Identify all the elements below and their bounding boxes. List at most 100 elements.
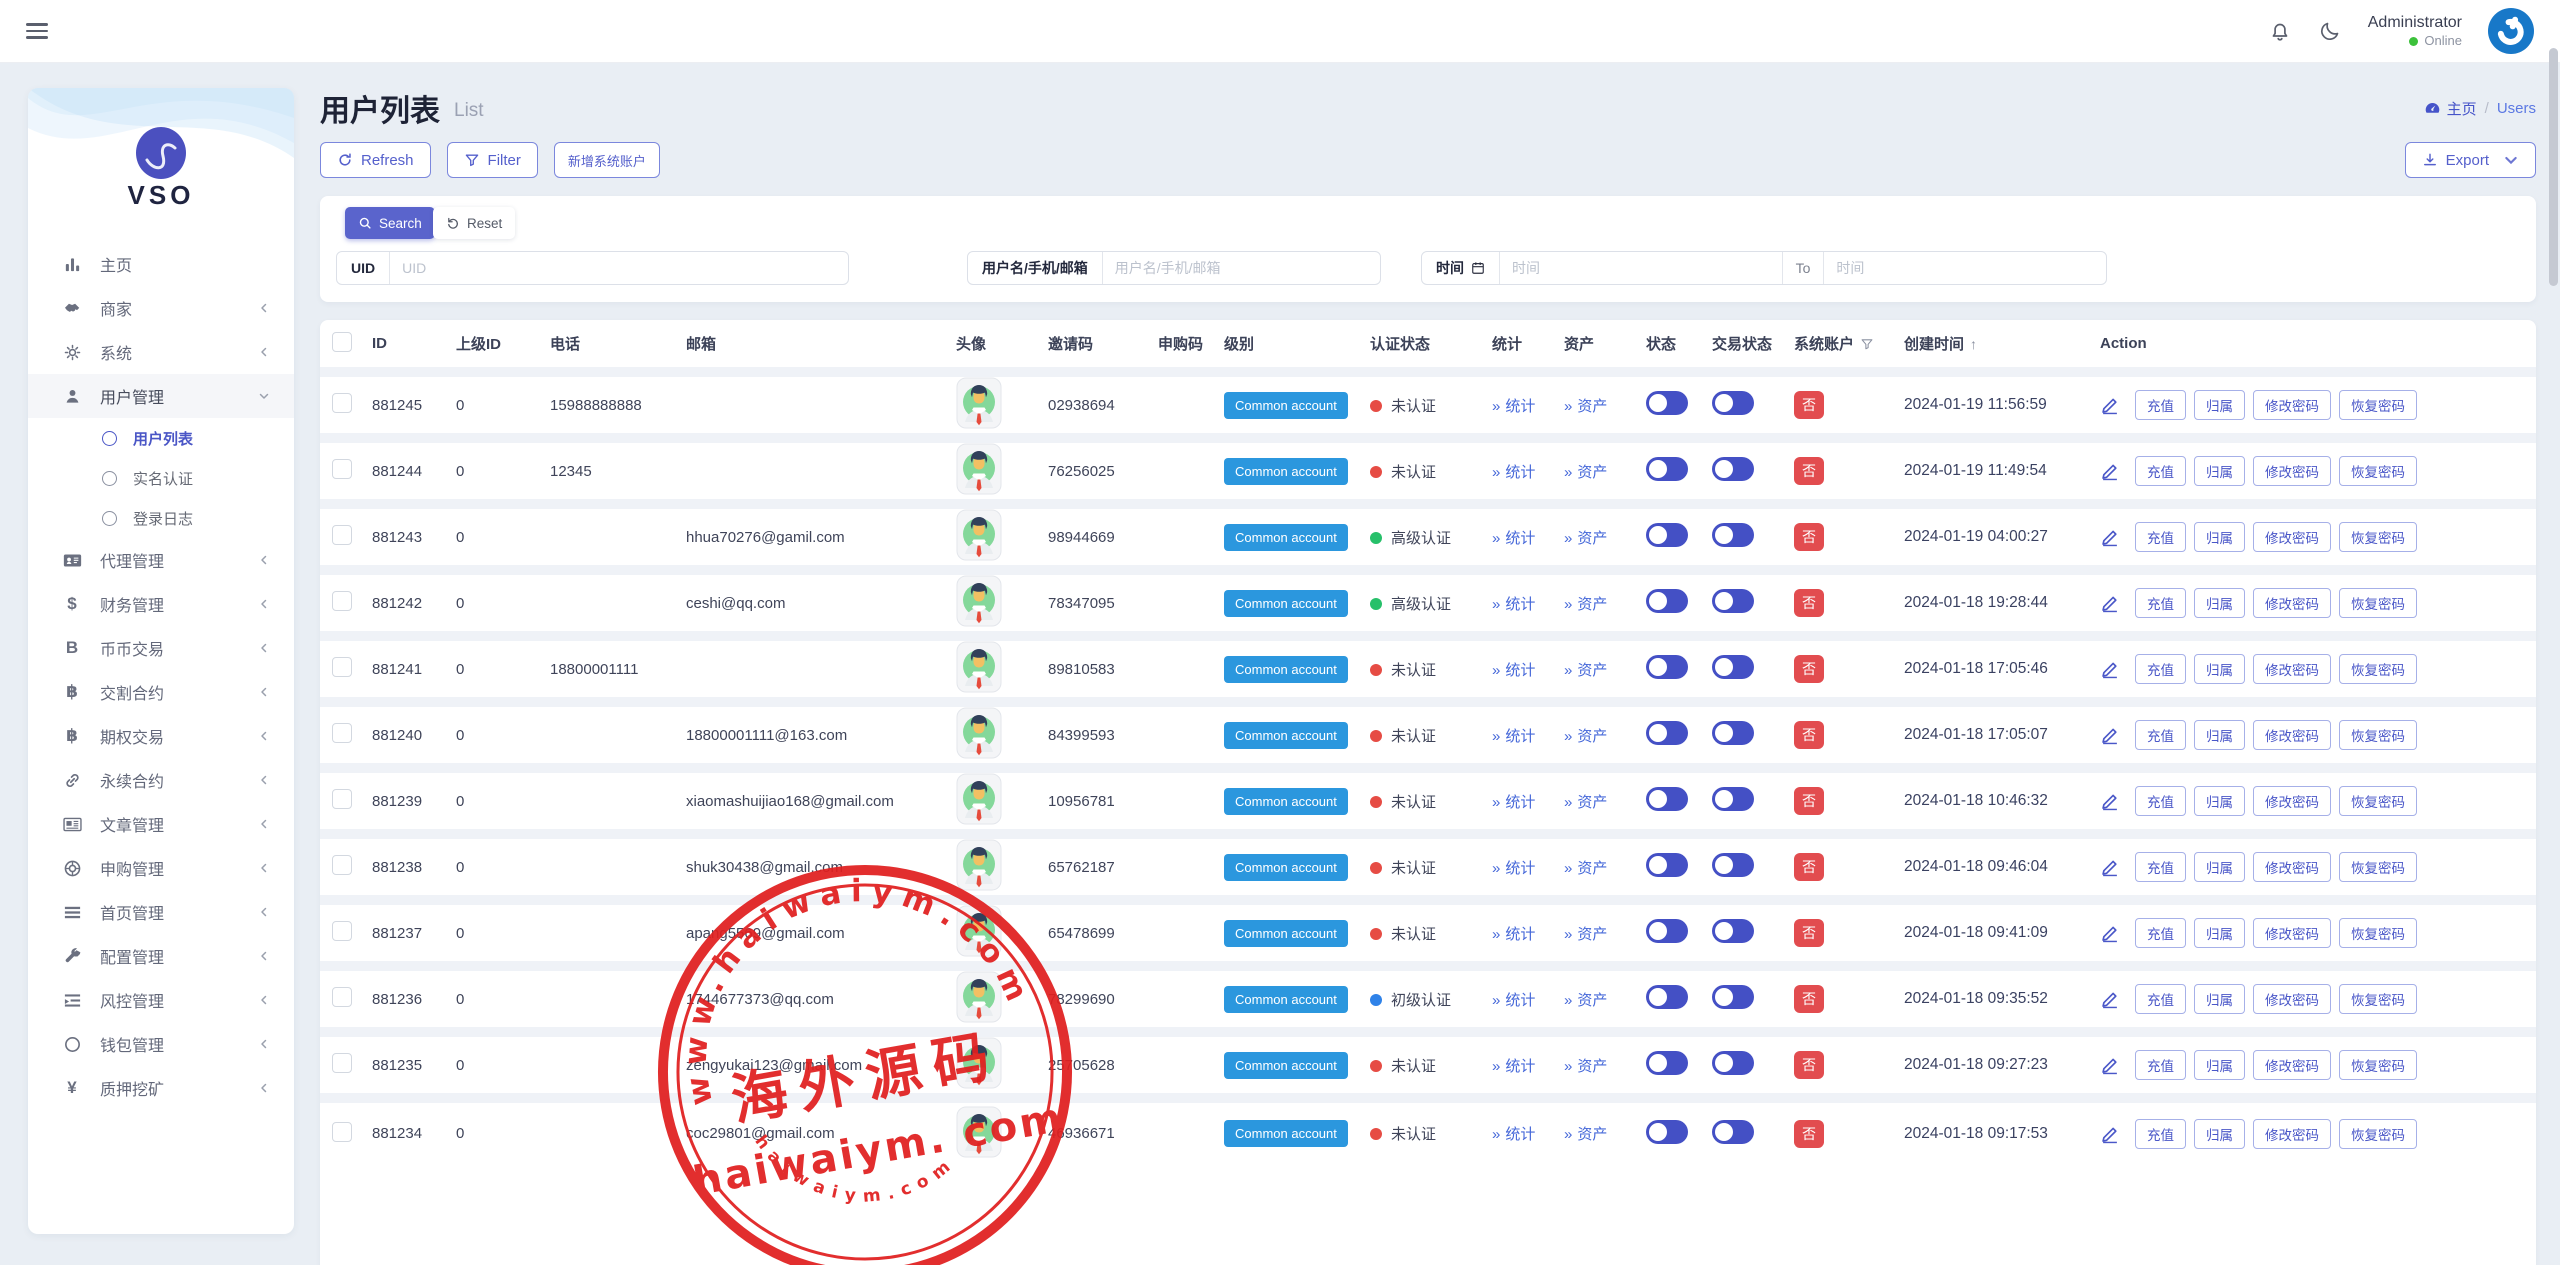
action-button[interactable]: 归属 <box>2194 852 2245 882</box>
edit-pencil-icon[interactable] <box>2100 1055 2120 1075</box>
sidebar-subitem[interactable]: 用户列表 <box>28 418 294 458</box>
search-button[interactable]: Search <box>345 207 435 239</box>
status-toggle[interactable] <box>1646 787 1688 811</box>
action-button[interactable]: 归属 <box>2194 918 2245 948</box>
edit-pencil-icon[interactable] <box>2100 461 2120 481</box>
sidebar-item-yen[interactable]: ¥质押挖矿 <box>28 1066 294 1110</box>
status-toggle[interactable] <box>1646 721 1688 745</box>
action-button[interactable]: 归属 <box>2194 390 2245 420</box>
column-header[interactable]: 认证状态 <box>1366 320 1488 372</box>
trade-status-toggle[interactable] <box>1712 853 1754 877</box>
stats-link[interactable]: »统计 <box>1492 860 1535 877</box>
edit-pencil-icon[interactable] <box>2100 725 2120 745</box>
action-button[interactable]: 修改密码 <box>2253 390 2331 420</box>
trade-status-toggle[interactable] <box>1712 655 1754 679</box>
action-button[interactable]: 充值 <box>2135 852 2186 882</box>
action-button[interactable]: 充值 <box>2135 1050 2186 1080</box>
trade-status-toggle[interactable] <box>1712 919 1754 943</box>
trade-status-toggle[interactable] <box>1712 391 1754 415</box>
edit-pencil-icon[interactable] <box>2100 923 2120 943</box>
status-toggle[interactable] <box>1646 523 1688 547</box>
breadcrumb-home[interactable]: 主页 <box>2424 98 2477 119</box>
assets-link[interactable]: »资产 <box>1564 464 1607 481</box>
refresh-button[interactable]: Refresh <box>320 142 431 178</box>
sort-up-icon[interactable]: ↑ <box>1970 336 1977 352</box>
assets-link[interactable]: »资产 <box>1564 662 1607 679</box>
column-header[interactable]: 交易状态 <box>1708 320 1790 372</box>
sidebar-item-bar-chart[interactable]: 主页 <box>28 242 294 286</box>
edit-pencil-icon[interactable] <box>2100 1124 2120 1144</box>
assets-link[interactable]: »资产 <box>1564 926 1607 943</box>
column-header[interactable]: 统计 <box>1488 320 1560 372</box>
action-button[interactable]: 充值 <box>2135 918 2186 948</box>
action-button[interactable]: 归属 <box>2194 720 2245 750</box>
time-end-input[interactable] <box>1824 252 2106 284</box>
dark-mode-moon-icon[interactable] <box>2318 19 2342 43</box>
action-button[interactable]: 恢复密码 <box>2339 522 2417 552</box>
select-all-checkbox[interactable] <box>332 332 352 352</box>
action-button[interactable]: 恢复密码 <box>2339 654 2417 684</box>
reset-button[interactable]: Reset <box>433 207 515 239</box>
assets-link[interactable]: »资产 <box>1564 530 1607 547</box>
time-start-input[interactable] <box>1500 252 1782 284</box>
sidebar-item-handshake[interactable]: 商家 <box>28 286 294 330</box>
action-button[interactable]: 归属 <box>2194 588 2245 618</box>
edit-pencil-icon[interactable] <box>2100 659 2120 679</box>
action-button[interactable]: 修改密码 <box>2253 1050 2331 1080</box>
sidebar-item-user-group[interactable]: 用户管理 <box>28 374 294 418</box>
assets-link[interactable]: »资产 <box>1564 860 1607 877</box>
status-toggle[interactable] <box>1646 655 1688 679</box>
column-header[interactable]: 邀请码 <box>1044 320 1154 372</box>
action-button[interactable]: 归属 <box>2194 456 2245 486</box>
action-button[interactable]: 充值 <box>2135 984 2186 1014</box>
status-toggle[interactable] <box>1646 391 1688 415</box>
trade-status-toggle[interactable] <box>1712 985 1754 1009</box>
row-checkbox[interactable] <box>332 1122 352 1142</box>
action-button[interactable]: 修改密码 <box>2253 522 2331 552</box>
status-toggle[interactable] <box>1646 1120 1688 1144</box>
action-button[interactable]: 修改密码 <box>2253 984 2331 1014</box>
stats-link[interactable]: »统计 <box>1492 662 1535 679</box>
action-button[interactable]: 修改密码 <box>2253 456 2331 486</box>
column-header[interactable]: 级别 <box>1220 320 1366 372</box>
column-filter-icon[interactable] <box>1860 337 1874 351</box>
column-header[interactable]: 系统账户 <box>1790 320 1900 372</box>
avatar[interactable] <box>2488 8 2534 54</box>
action-button[interactable]: 恢复密码 <box>2339 456 2417 486</box>
action-button[interactable]: 修改密码 <box>2253 918 2331 948</box>
sidebar-item-id-card[interactable]: 代理管理 <box>28 538 294 582</box>
sidebar-item-gear[interactable]: 系统 <box>28 330 294 374</box>
edit-pencil-icon[interactable] <box>2100 527 2120 547</box>
stats-link[interactable]: »统计 <box>1492 464 1535 481</box>
action-button[interactable]: 充值 <box>2135 786 2186 816</box>
sidebar-subitem[interactable]: 实名认证 <box>28 458 294 498</box>
column-header[interactable]: 头像 <box>952 320 1044 372</box>
add-system-account-button[interactable]: 新增系统账户 <box>554 142 660 178</box>
filter-button[interactable]: Filter <box>447 142 538 178</box>
assets-link[interactable]: »资产 <box>1564 1126 1607 1143</box>
hamburger-menu-icon[interactable] <box>26 19 48 43</box>
row-checkbox[interactable] <box>332 723 352 743</box>
edit-pencil-icon[interactable] <box>2100 395 2120 415</box>
sidebar-item-circle[interactable]: 钱包管理 <box>28 1022 294 1066</box>
edit-pencil-icon[interactable] <box>2100 857 2120 877</box>
stats-link[interactable]: »统计 <box>1492 1126 1535 1143</box>
stats-link[interactable]: »统计 <box>1492 992 1535 1009</box>
sidebar-item-wrench[interactable]: 配置管理 <box>28 934 294 978</box>
row-checkbox[interactable] <box>332 1053 352 1073</box>
status-toggle[interactable] <box>1646 985 1688 1009</box>
action-button[interactable]: 归属 <box>2194 984 2245 1014</box>
action-button[interactable]: 修改密码 <box>2253 720 2331 750</box>
stats-link[interactable]: »统计 <box>1492 530 1535 547</box>
column-header[interactable]: Action <box>2096 320 2536 372</box>
row-checkbox[interactable] <box>332 789 352 809</box>
row-checkbox[interactable] <box>332 921 352 941</box>
export-button[interactable]: Export <box>2405 142 2536 178</box>
action-button[interactable]: 恢复密码 <box>2339 720 2417 750</box>
status-toggle[interactable] <box>1646 1051 1688 1075</box>
action-button[interactable]: 充值 <box>2135 1119 2186 1149</box>
trade-status-toggle[interactable] <box>1712 721 1754 745</box>
assets-link[interactable]: »资产 <box>1564 398 1607 415</box>
action-button[interactable]: 归属 <box>2194 1050 2245 1080</box>
column-header[interactable]: 上级ID <box>452 320 546 372</box>
